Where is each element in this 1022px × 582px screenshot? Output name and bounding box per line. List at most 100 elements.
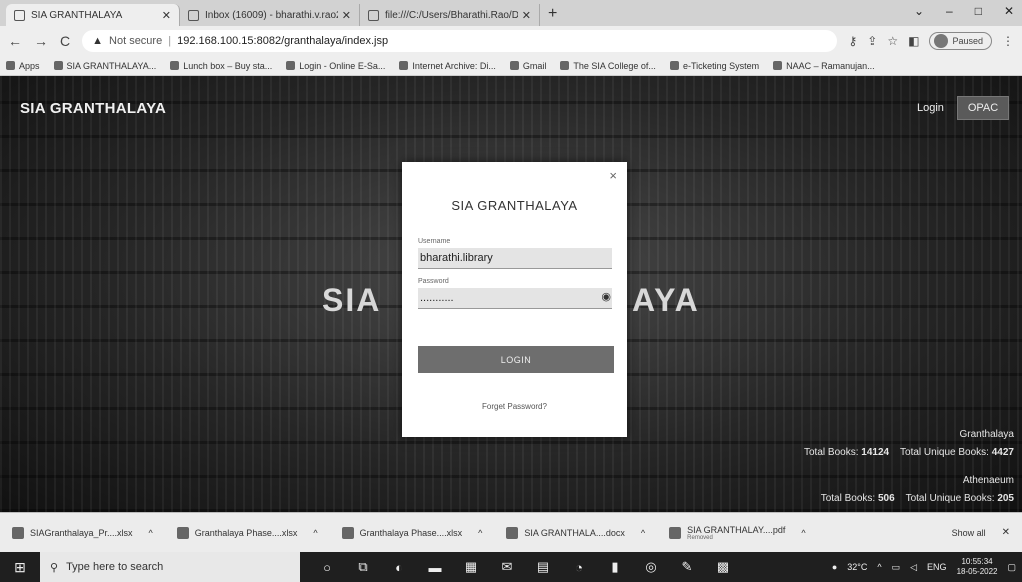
edge-icon[interactable]: ◐ — [390, 558, 408, 576]
download-item[interactable]: SIA GRANTHALAY....pdf Removed ^ — [669, 525, 806, 541]
warning-icon[interactable]: ▲ — [92, 35, 103, 47]
granthalaya-counts: Total Books: 14124 Total Unique Books: 4… — [804, 447, 1014, 458]
reload-button[interactable]: C — [60, 33, 70, 49]
network-icon[interactable]: ▭ — [892, 562, 901, 573]
browser-tab-file[interactable]: file:///C:/Users/Bharathi.Rao/Do... ✕ — [360, 4, 540, 26]
forward-button[interactable]: → — [34, 33, 48, 49]
bookmark-naac[interactable]: NAAC – Ramanujan... — [773, 61, 875, 71]
granthalaya-stats: Granthalaya Total Books: 14124 Total Uni… — [804, 426, 1014, 462]
share-icon[interactable]: ⇪ — [867, 34, 877, 48]
bookmark-lunch-box[interactable]: Lunch box – Buy sta... — [170, 61, 272, 71]
login-button[interactable]: LOGIN — [418, 346, 614, 373]
sidebar-icon[interactable]: ◧ — [908, 34, 919, 48]
key-icon[interactable]: ⚷ — [849, 34, 858, 48]
bookmark-sia-college[interactable]: The SIA College of... — [560, 61, 656, 71]
app-icon[interactable]: ✎ — [678, 558, 696, 576]
file-explorer-icon[interactable]: ▬ — [426, 558, 444, 576]
nav-login-link[interactable]: Login — [917, 102, 944, 114]
username-field[interactable] — [418, 248, 612, 269]
forgot-password-link[interactable]: Forget Password? — [402, 402, 627, 411]
bookmark-apps[interactable]: Apps — [6, 61, 40, 71]
chevron-up-icon[interactable]: ^ — [478, 528, 482, 538]
maximize-button[interactable]: □ — [975, 4, 982, 18]
url-text[interactable]: 192.168.100.15:8082/granthalaya/index.js… — [177, 35, 388, 47]
menu-icon[interactable]: ⋮ — [1002, 34, 1014, 48]
show-password-eye-icon[interactable]: ◉ — [601, 290, 611, 303]
chrome-icon[interactable]: ◎ — [642, 558, 660, 576]
close-window-button[interactable]: ✕ — [1004, 4, 1014, 18]
windows-start-icon[interactable]: ⊞ — [0, 559, 40, 576]
cortana-icon[interactable]: ○ — [318, 558, 336, 576]
download-item[interactable]: SIAGranthalaya_Pr....xlsx ^ — [12, 526, 153, 539]
download-filename: SIAGranthalaya_Pr....xlsx — [30, 527, 133, 538]
bookmark-login[interactable]: Login - Online E-Sa... — [286, 61, 385, 71]
hero-title-left: SIA — [322, 282, 382, 318]
chevron-up-icon[interactable]: ^ — [149, 528, 153, 538]
bookmark-favicon-icon — [53, 61, 63, 70]
tab-label: file:///C:/Users/Bharathi.Rao/Do... — [385, 9, 518, 21]
tab-close-icon[interactable]: ✕ — [522, 9, 531, 22]
taskbar-apps: ○ ⧉ ◐ ▬ ▦ ✉ ▤ ◔ ▮ ◎ ✎ ▩ — [318, 558, 732, 576]
profile-button[interactable]: Paused — [929, 32, 992, 50]
download-item[interactable]: Granthalaya Phase....xlsx ^ — [341, 526, 482, 539]
weather-icon[interactable]: ● — [832, 562, 837, 572]
new-tab-button[interactable]: + — [548, 5, 557, 26]
site-brand[interactable]: SIA GRANTHALAYA — [20, 100, 166, 117]
download-item[interactable]: SIA GRANTHALA....docx ^ — [506, 526, 645, 539]
tab-label: SIA GRANTHALAYA — [31, 9, 123, 21]
modal-close-button[interactable]: × — [609, 168, 617, 183]
athenaeum-counts: Total Books: 506 Total Unique Books: 205 — [820, 493, 1014, 504]
gmail-icon — [188, 9, 199, 21]
firefox-icon[interactable]: ◔ — [570, 558, 588, 576]
minimize-button[interactable]: – — [946, 4, 953, 18]
clock[interactable]: 10:55:34 18-05-2022 — [957, 557, 998, 577]
back-button[interactable]: ← — [8, 33, 22, 49]
bookmark-e-ticketing[interactable]: e-Ticketing System — [669, 61, 759, 71]
browser-tab-inbox[interactable]: Inbox (16009) - bharathi.v.rao2 ✕ — [180, 4, 360, 26]
login-modal: × SIA GRANTHALAYA Username Password ◉ LO… — [402, 162, 627, 437]
tab-search-icon[interactable]: ⌄ — [914, 4, 924, 18]
language-indicator[interactable]: ENG — [927, 562, 947, 572]
granthalaya-unique-books: 4427 — [991, 447, 1014, 458]
show-all-downloads-button[interactable]: Show all — [952, 528, 986, 538]
library-landing-page: SIA GRANTHALAYA Login OPAC SIA AYA Grant… — [0, 76, 1022, 512]
notifications-icon[interactable]: ▢ — [1007, 562, 1016, 573]
chevron-up-icon[interactable]: ^ — [641, 528, 645, 538]
athenaeum-total-books: 506 — [877, 493, 895, 504]
apps-grid-icon — [6, 61, 15, 70]
download-item[interactable]: Granthalaya Phase....xlsx ^ — [176, 526, 318, 539]
star-icon[interactable]: ☆ — [887, 34, 898, 48]
bookmark-favicon-icon — [399, 61, 409, 70]
nav-opac-button[interactable]: OPAC — [957, 96, 1009, 120]
taskbar-search[interactable]: ⚲ Type here to search — [40, 552, 300, 582]
security-label[interactable]: Not secure — [109, 35, 162, 47]
word-icon[interactable]: ▮ — [606, 558, 624, 576]
bookmark-granthalaya[interactable]: SIA GRANTHALAYA... — [53, 61, 156, 71]
address-bar[interactable]: ▲ Not secure | 192.168.100.15:8082/grant… — [82, 30, 837, 52]
bookmark-gmail[interactable]: Gmail — [509, 61, 546, 71]
system-tray: ● 32°C ^ ▭ ◁ ENG 10:55:34 18-05-2022 ▢ — [832, 557, 1022, 577]
tab-close-icon[interactable]: ✕ — [342, 9, 351, 22]
excel-icon[interactable]: ▤ — [534, 558, 552, 576]
bookmark-favicon-icon — [170, 61, 180, 70]
separator: | — [168, 35, 172, 47]
app-icon[interactable]: ▩ — [714, 558, 732, 576]
close-downloads-icon[interactable]: ✕ — [1002, 527, 1010, 538]
weather-temp[interactable]: 32°C — [847, 562, 867, 572]
chevron-up-icon[interactable]: ^ — [313, 528, 317, 538]
browser-tab-granthalaya[interactable]: SIA GRANTHALAYA ✕ — [6, 4, 180, 26]
tab-close-icon[interactable]: ✕ — [162, 9, 171, 22]
task-view-icon[interactable]: ⧉ — [354, 558, 372, 576]
bookmark-favicon-icon — [773, 61, 783, 70]
bookmark-internet-archive[interactable]: Internet Archive: Di... — [399, 61, 496, 71]
granthalaya-name: Granthalaya — [959, 429, 1014, 440]
bookmark-favicon-icon — [669, 61, 679, 70]
clock-date: 18-05-2022 — [956, 567, 998, 576]
password-field[interactable] — [418, 288, 612, 309]
chevron-up-icon[interactable]: ^ — [877, 562, 881, 572]
volume-icon[interactable]: ◁ — [910, 562, 917, 573]
store-icon[interactable]: ▦ — [462, 558, 480, 576]
mail-icon[interactable]: ✉ — [498, 558, 516, 576]
bookmark-favicon-icon — [286, 61, 296, 70]
chevron-up-icon[interactable]: ^ — [801, 528, 805, 538]
